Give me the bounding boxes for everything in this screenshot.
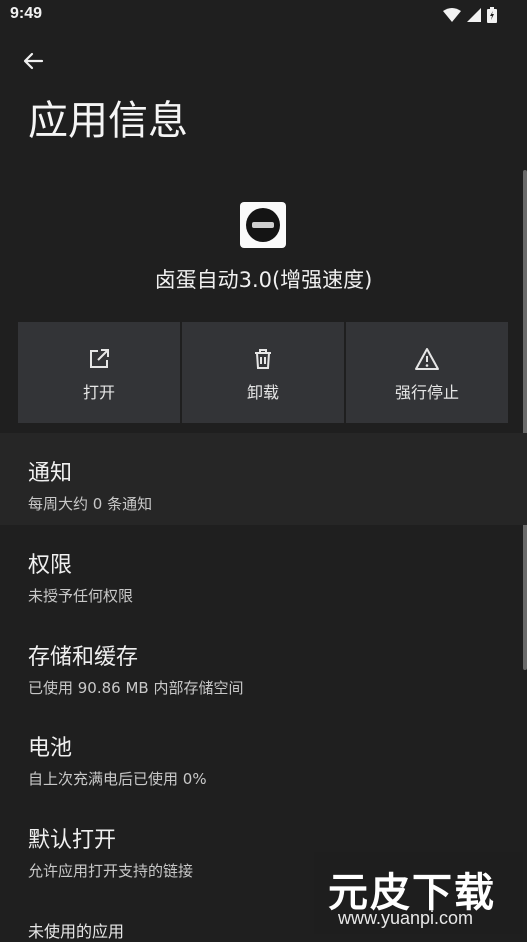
item-title: 存储和缓存 <box>28 645 139 670</box>
item-title: 通知 <box>28 461 73 486</box>
signal-icon <box>467 8 481 22</box>
item-subtitle: 自上次充满电后已使用 0% <box>28 770 207 788</box>
item-subtitle: 已使用 90.86 MB 内部存储空间 <box>28 679 244 697</box>
item-title: 默认打开 <box>28 828 117 853</box>
settings-item-notifications[interactable]: 通知 每周大约 0 条通知 <box>0 433 527 525</box>
uninstall-button[interactable]: 卸载 <box>182 322 344 423</box>
settings-item-unused-apps[interactable]: 未使用的应用 <box>28 918 124 942</box>
status-time: 9:49 <box>10 5 43 22</box>
back-button[interactable] <box>18 46 48 76</box>
open-label: 打开 <box>82 383 115 402</box>
item-subtitle: 未授予任何权限 <box>28 587 134 605</box>
item-title: 权限 <box>28 553 73 578</box>
settings-item-battery[interactable]: 电池 自上次充满电后已使用 0% <box>0 708 527 800</box>
wifi-icon <box>443 8 461 22</box>
open-button[interactable]: 打开 <box>18 322 180 423</box>
action-buttons: 打开 卸载 强行停止 <box>18 322 508 423</box>
app-name: 卤蛋自动3.0(增强速度) <box>154 268 373 292</box>
open-external-icon <box>90 349 109 368</box>
status-icons <box>443 6 497 24</box>
watermark: 元皮下载 www.yuanpi.com <box>314 852 523 934</box>
item-subtitle: 每周大约 0 条通知 <box>28 495 153 513</box>
arrow-left-icon <box>23 52 44 70</box>
settings-item-permissions[interactable]: 权限 未授予任何权限 <box>0 525 527 617</box>
force-stop-button[interactable]: 强行停止 <box>346 322 508 423</box>
uninstall-label: 卸载 <box>246 383 279 402</box>
status-bar: 9:49 <box>0 0 527 30</box>
warning-icon <box>415 348 439 370</box>
item-title: 电池 <box>28 736 73 761</box>
trash-icon <box>255 349 271 369</box>
app-icon <box>240 202 286 248</box>
battery-icon <box>487 7 497 23</box>
item-subtitle: 允许应用打开支持的链接 <box>28 862 194 880</box>
settings-item-storage[interactable]: 存储和缓存 已使用 90.86 MB 内部存储空间 <box>0 617 527 709</box>
force-stop-label: 强行停止 <box>394 383 459 402</box>
watermark-url: www.yuanpi.com <box>338 908 474 928</box>
page-title: 应用信息 <box>28 98 188 144</box>
